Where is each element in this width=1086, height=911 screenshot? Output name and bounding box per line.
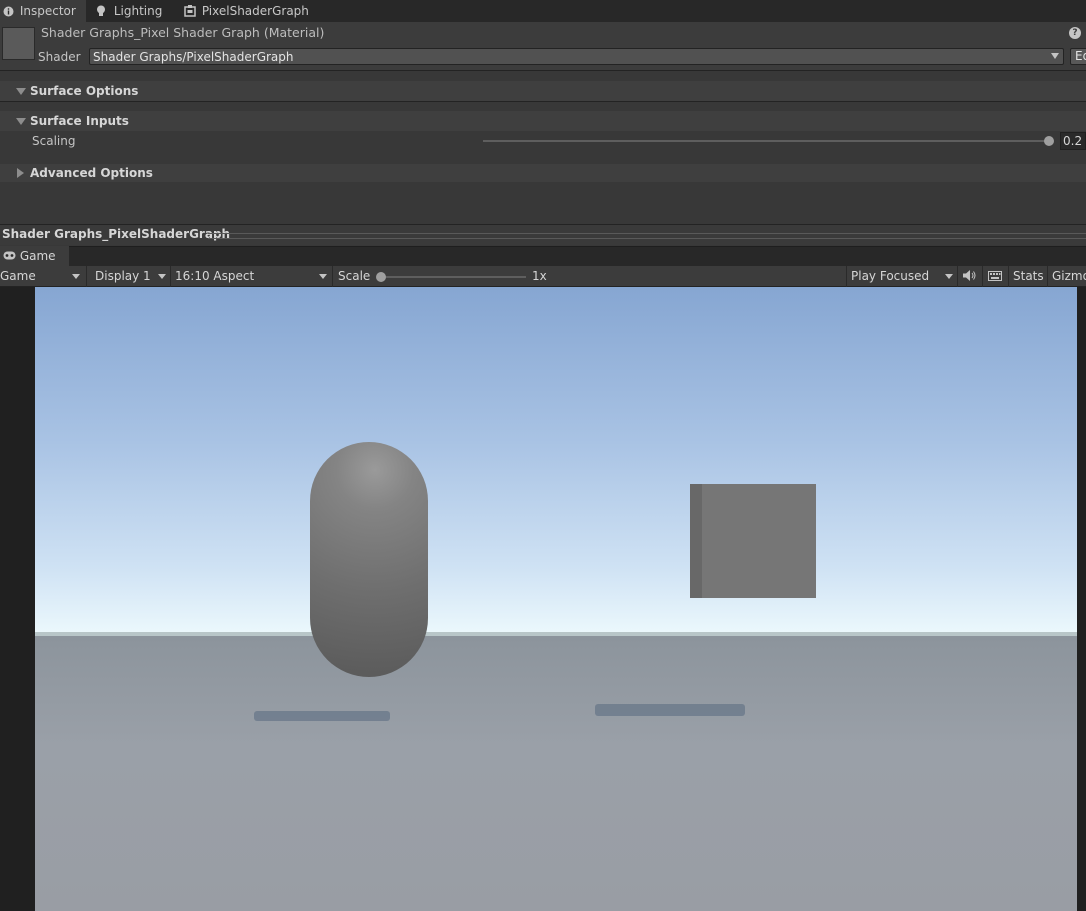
material-title: Shader Graphs_Pixel Shader Graph (Materi… bbox=[41, 25, 325, 40]
stats-button[interactable]: Stats bbox=[1013, 266, 1044, 287]
toolbar-divider bbox=[1008, 266, 1009, 287]
tab-lighting-label: Lighting bbox=[113, 4, 163, 18]
scaling-slider-thumb[interactable] bbox=[1044, 136, 1054, 146]
tab-game-label: Game bbox=[19, 249, 56, 263]
tab-game[interactable]: Game bbox=[0, 246, 69, 266]
surface-options-header[interactable] bbox=[0, 81, 1086, 101]
foldout-collapsed-icon bbox=[17, 168, 24, 178]
play-mode-dropdown[interactable]: Play Focused bbox=[851, 266, 957, 287]
shader-dropdown-value: Shader Graphs/PixelShaderGraph bbox=[93, 50, 294, 64]
advanced-options-header[interactable] bbox=[0, 164, 1086, 182]
tab-pixel-shader-graph[interactable]: PixelShaderGraph bbox=[184, 0, 314, 22]
tab-shader-graph-label: PixelShaderGraph bbox=[201, 4, 309, 18]
material-preview-swatch bbox=[2, 27, 35, 60]
scale-slider-thumb[interactable] bbox=[376, 272, 386, 282]
scale-value: 1x bbox=[532, 269, 547, 283]
toolbar-divider bbox=[332, 266, 333, 287]
chevron-down-icon bbox=[1051, 53, 1059, 59]
scale-label: Scale bbox=[338, 269, 371, 283]
keyboard-icon bbox=[988, 269, 1002, 283]
surface-inputs-title: Surface Inputs bbox=[30, 114, 129, 128]
preview-resize-grip[interactable] bbox=[208, 233, 1086, 239]
aspect-value: 16:10 Aspect bbox=[175, 269, 255, 283]
cube-side-face bbox=[690, 484, 702, 598]
scaling-slider-track[interactable] bbox=[483, 140, 1050, 142]
gamepad-icon bbox=[3, 246, 16, 266]
display-value: Display 1 bbox=[95, 269, 151, 283]
chevron-down-icon bbox=[945, 274, 953, 279]
surface-inputs-header[interactable] bbox=[0, 111, 1086, 131]
scale-slider-track[interactable] bbox=[381, 276, 526, 278]
ground-plane bbox=[35, 636, 1077, 911]
preview-title: Shader Graphs_PixelShaderGraph bbox=[2, 227, 231, 241]
cube-shadow bbox=[595, 704, 745, 716]
divider bbox=[0, 70, 1086, 71]
chevron-down-icon bbox=[158, 274, 166, 279]
toolbar-divider bbox=[1047, 266, 1048, 287]
toolbar-divider bbox=[170, 266, 171, 287]
advanced-options-title: Advanced Options bbox=[30, 166, 153, 180]
foldout-expanded-icon bbox=[16, 88, 26, 95]
surface-options-title: Surface Options bbox=[30, 84, 139, 98]
divider bbox=[0, 101, 1086, 102]
lightbulb-icon bbox=[96, 4, 110, 18]
mute-audio-toggle[interactable] bbox=[963, 266, 981, 287]
cube-object bbox=[690, 484, 816, 598]
shortcuts-toggle[interactable] bbox=[988, 266, 1006, 287]
chevron-down-icon bbox=[72, 274, 80, 279]
view-mode-value: Game bbox=[0, 269, 36, 283]
aspect-dropdown[interactable]: 16:10 Aspect bbox=[175, 266, 331, 287]
info-icon bbox=[3, 0, 14, 22]
shader-label: Shader bbox=[38, 50, 81, 64]
tab-inspector-label: Inspector bbox=[19, 4, 76, 18]
gizmos-button[interactable]: Gizmo bbox=[1052, 266, 1086, 287]
scaling-value-field[interactable]: 0.2 bbox=[1060, 132, 1086, 150]
shader-graph-icon bbox=[184, 4, 200, 18]
game-tab-bar bbox=[0, 246, 1086, 267]
foldout-expanded-icon bbox=[16, 118, 26, 125]
capsule-object bbox=[310, 442, 428, 677]
capsule-shadow bbox=[254, 711, 390, 721]
toolbar-divider bbox=[846, 266, 847, 287]
toolbar-divider bbox=[957, 266, 958, 287]
tab-lighting[interactable]: Lighting bbox=[96, 0, 176, 22]
edit-shader-button[interactable]: Ed bbox=[1070, 48, 1086, 65]
help-icon[interactable]: ? bbox=[1069, 27, 1081, 39]
scaling-label: Scaling bbox=[32, 134, 76, 148]
toolbar-divider bbox=[86, 266, 87, 287]
tab-inspector[interactable]: Inspector bbox=[0, 0, 86, 22]
audio-icon bbox=[963, 269, 976, 283]
play-mode-value: Play Focused bbox=[851, 269, 930, 283]
chevron-down-icon bbox=[319, 274, 327, 279]
game-viewport[interactable] bbox=[35, 287, 1077, 911]
toolbar-divider bbox=[982, 266, 983, 287]
